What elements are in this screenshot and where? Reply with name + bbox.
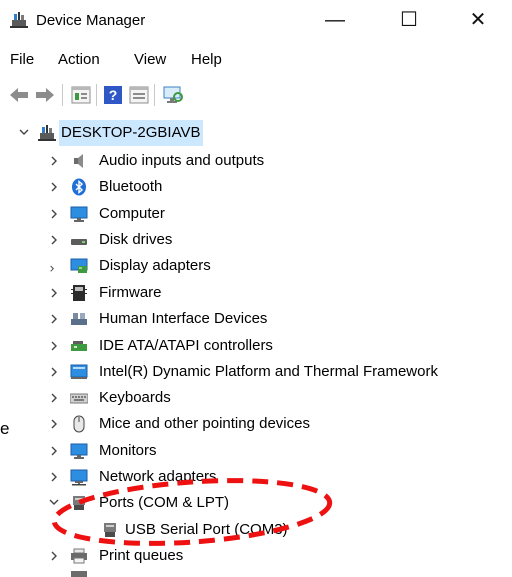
edge-text: e — [0, 419, 10, 438]
tree-item-label: Monitors — [99, 442, 157, 459]
scan-hardware-icon[interactable] — [162, 85, 184, 105]
title-bar: Device Manager — ☐ ✕ — [0, 0, 512, 42]
window-title: Device Manager — [36, 12, 146, 29]
monitor-icon — [70, 443, 88, 459]
printer-icon — [71, 548, 87, 564]
tree-item-label: Disk drives — [99, 231, 173, 248]
device-icon — [71, 571, 87, 577]
chevron-right-icon[interactable] — [48, 333, 60, 359]
back-arrow-icon[interactable] — [8, 85, 30, 105]
keyboard-icon — [70, 393, 88, 404]
port-connector-icon — [73, 496, 85, 510]
tree-item-display-adapters[interactable]: Display adapters — [0, 253, 512, 279]
intel-framework-icon — [70, 364, 88, 379]
tree-item-label: Mice and other pointing devices — [99, 415, 310, 432]
tree-item-label: Print queues — [99, 547, 184, 564]
chevron-right-icon[interactable] — [48, 306, 60, 332]
chevron-right-icon[interactable] — [48, 280, 60, 306]
tree-root-node[interactable]: DESKTOP-2GBIAVB — [0, 120, 512, 146]
chevron-right-icon[interactable] — [48, 201, 60, 227]
tree-item-label: Bluetooth — [99, 178, 163, 195]
toolbar-separator — [96, 84, 97, 106]
tree-item-bluetooth[interactable]: Bluetooth — [0, 174, 512, 200]
tree-item-ide[interactable]: IDE ATA/ATAPI controllers — [0, 333, 512, 359]
tree-item-label: Human Interface Devices — [99, 310, 268, 327]
ide-controller-icon — [71, 341, 87, 351]
menu-view[interactable]: View — [134, 48, 166, 72]
menu-action[interactable]: Action — [58, 48, 100, 72]
chevron-right-icon[interactable] — [48, 227, 60, 253]
tree-item-label: Computer — [99, 205, 165, 222]
tree-item-label: Audio inputs and outputs — [99, 152, 265, 169]
chevron-right-icon[interactable] — [48, 411, 60, 437]
tree-item-hid[interactable]: Human Interface Devices — [0, 306, 512, 332]
device-manager-icon — [10, 12, 28, 28]
mouse-icon — [73, 415, 85, 433]
firmware-chip-icon — [71, 285, 87, 301]
network-adapter-icon — [70, 469, 88, 486]
tree-item-partial — [0, 569, 512, 577]
tree-item-print-queues[interactable]: Print queues — [0, 543, 512, 569]
tree-item-label: IDE ATA/ATAPI controllers — [99, 337, 273, 354]
tree-item-label: Intel(R) Dynamic Platform and Thermal Fr… — [99, 363, 438, 380]
tree-item-label: Keyboards — [99, 389, 171, 406]
tree-item-disk-drives[interactable]: Disk drives — [0, 227, 512, 253]
chevron-right-icon[interactable] — [48, 148, 60, 174]
tree-root-label[interactable]: DESKTOP-2GBIAVB — [59, 120, 203, 146]
chevron-right-icon[interactable] — [48, 385, 60, 411]
chevron-right-icon[interactable] — [48, 438, 60, 464]
tree-item-usb-serial-port[interactable]: USB Serial Port (COM3) — [0, 517, 512, 543]
port-connector-icon — [104, 523, 116, 537]
chevron-right-icon[interactable] — [48, 359, 60, 385]
tree-item-label: Display adapters — [99, 257, 211, 274]
tree-item-ports[interactable]: Ports (COM & LPT) — [0, 490, 512, 516]
monitor-icon — [70, 206, 88, 222]
tree-item-computer[interactable]: Computer — [0, 201, 512, 227]
properties-icon[interactable] — [70, 85, 92, 105]
toolbar: ? — [0, 82, 512, 108]
help-icon[interactable]: ? — [102, 85, 124, 105]
tree-item-firmware[interactable]: Firmware — [0, 280, 512, 306]
toolbar-separator — [62, 84, 63, 106]
tree-item-label: Network adapters — [99, 468, 217, 485]
tree-item-label: Firmware — [99, 284, 162, 301]
maximize-button[interactable]: ☐ — [386, 4, 432, 36]
forward-arrow-icon[interactable] — [34, 85, 56, 105]
menu-bar: File Action View Help — [0, 48, 512, 72]
chevron-right-icon[interactable] — [48, 464, 60, 490]
tree-item-keyboards[interactable]: Keyboards — [0, 385, 512, 411]
close-button[interactable]: ✕ — [455, 4, 501, 36]
bluetooth-icon — [72, 178, 86, 196]
display-adapter-icon — [70, 258, 88, 273]
tree-item-network-adapters[interactable]: Network adapters — [0, 464, 512, 490]
toolbar-separator — [154, 84, 155, 106]
tree-item-label: Ports (COM & LPT) — [99, 494, 230, 511]
svg-text:?: ? — [109, 87, 118, 103]
menu-help[interactable]: Help — [191, 48, 222, 72]
tree-item-mice[interactable]: Mice and other pointing devices — [0, 411, 512, 437]
computer-device-icon — [38, 125, 56, 141]
tree-item-intel-dptf[interactable]: Intel(R) Dynamic Platform and Thermal Fr… — [0, 359, 512, 385]
chevron-right-icon[interactable] — [48, 543, 60, 569]
minimize-button[interactable]: — — [312, 4, 358, 36]
menu-file[interactable]: File — [10, 48, 34, 72]
disk-drive-icon — [71, 239, 87, 245]
chevron-down-icon[interactable] — [18, 120, 30, 146]
tree-item-monitors[interactable]: Monitors — [0, 438, 512, 464]
chevron-right-icon[interactable] — [48, 174, 60, 200]
update-driver-icon[interactable] — [128, 85, 150, 105]
hid-icon — [71, 313, 87, 325]
tree-item-label: USB Serial Port (COM3) — [125, 521, 288, 538]
chevron-down-icon[interactable] — [48, 490, 60, 516]
speaker-icon — [74, 154, 83, 168]
tree-item-audio[interactable]: Audio inputs and outputs — [0, 148, 512, 174]
chevron-right-icon[interactable] — [48, 253, 60, 279]
